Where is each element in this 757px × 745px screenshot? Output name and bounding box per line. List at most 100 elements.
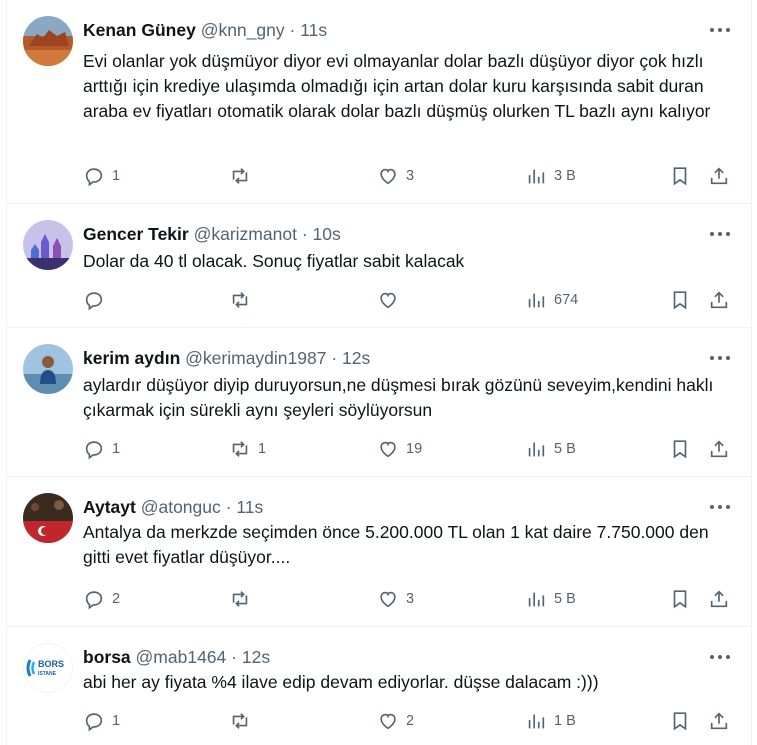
bookmark-icon (673, 291, 687, 310)
views-icon (528, 293, 545, 308)
separator: · (225, 497, 232, 517)
bookmark-button[interactable] (669, 586, 691, 612)
author-handle[interactable]: @kerimaydin1987 (185, 348, 326, 368)
timeline-feed: Kenan Güney @knn_gny · 11s Evi olanlar y… (6, 0, 752, 745)
views-icon (528, 442, 545, 457)
author-handle[interactable]: @knn_gny (201, 20, 285, 40)
like-button[interactable]: 3 (377, 586, 414, 612)
author-handle[interactable]: @mab1464 (136, 647, 227, 667)
separator: · (289, 20, 296, 40)
like-count: 3 (406, 168, 415, 184)
timestamp[interactable]: 10s (313, 224, 341, 244)
tweet-actions: 674 (79, 287, 729, 313)
separator: · (331, 348, 338, 368)
more-options-icon[interactable] (709, 22, 731, 32)
share-button[interactable] (708, 586, 730, 612)
share-icon (710, 167, 728, 185)
repost-icon (232, 713, 248, 729)
tweet-actions: 1 2 1 B (79, 708, 729, 734)
reply-icon (85, 441, 103, 460)
views-button[interactable]: 1 B (525, 708, 576, 734)
reply-icon (85, 168, 103, 187)
reply-button[interactable]: 2 (83, 586, 120, 612)
avatar[interactable]: BORS ISTANE (23, 643, 73, 693)
repost-icon (232, 168, 248, 184)
more-options-icon[interactable] (709, 226, 731, 236)
reply-button[interactable]: 1 (83, 163, 120, 189)
like-button[interactable] (377, 287, 406, 313)
author-name[interactable]: Kenan Güney (83, 20, 196, 40)
repost-button[interactable]: 1 (229, 436, 266, 462)
timestamp[interactable]: 12s (242, 647, 270, 667)
avatar[interactable] (23, 344, 73, 394)
like-count: 19 (406, 441, 423, 457)
reply-count: 1 (112, 713, 121, 729)
timestamp[interactable]: 11s (236, 497, 263, 517)
repost-button[interactable] (229, 163, 258, 189)
repost-button[interactable] (229, 586, 258, 612)
share-button[interactable] (708, 708, 730, 734)
tweet-text: aylardır düşüyor diyip duruyorsun,ne düş… (83, 375, 714, 420)
avatar[interactable] (23, 220, 73, 270)
share-button[interactable] (708, 287, 730, 313)
bookmark-icon (673, 167, 687, 186)
bookmark-button[interactable] (669, 163, 691, 189)
heart-icon (380, 441, 396, 458)
tweet-text: abi her ay fiyata %4 ilave edip devam ed… (83, 672, 599, 692)
tweet-text: Evi olanlar yok düşmüyor diyor evi olmay… (83, 51, 711, 121)
repost-count: 1 (258, 441, 267, 457)
like-button[interactable]: 19 (377, 436, 422, 462)
reply-button[interactable] (83, 287, 112, 313)
more-options-icon[interactable] (709, 649, 731, 659)
bookmark-icon (673, 712, 687, 731)
views-button[interactable]: 674 (525, 287, 578, 313)
tweet[interactable]: Aytayt @atonguc · 11s Antalya da merkzde… (7, 477, 751, 627)
author-name[interactable]: kerim aydın (83, 348, 180, 368)
tweet-actions: 1 3 3 B (79, 163, 729, 189)
author-name[interactable]: Gencer Tekir (83, 224, 189, 244)
reply-button[interactable]: 1 (83, 708, 120, 734)
like-button[interactable]: 3 (377, 163, 414, 189)
share-icon (710, 440, 728, 458)
tweet[interactable]: BORS ISTANE borsa @mab1464 · 12s abi her… (7, 627, 751, 745)
avatar[interactable] (23, 16, 73, 66)
tweet[interactable]: Gencer Tekir @karizmanot · 10s Dolar da … (7, 204, 751, 328)
share-button[interactable] (708, 163, 730, 189)
reply-button[interactable]: 1 (83, 436, 120, 462)
separator: · (301, 224, 308, 244)
timestamp[interactable]: 11s (300, 20, 327, 40)
bookmark-button[interactable] (669, 436, 691, 462)
author-name[interactable]: borsa (83, 647, 131, 667)
reply-count: 2 (112, 591, 121, 607)
like-button[interactable]: 2 (377, 708, 414, 734)
reply-icon (85, 591, 103, 610)
author-handle[interactable]: @karizmanot (194, 224, 297, 244)
reply-count: 1 (112, 168, 121, 184)
views-button[interactable]: 5 B (525, 586, 576, 612)
view-count: 5 B (554, 441, 576, 457)
view-count: 1 B (554, 713, 576, 729)
tweet[interactable]: Kenan Güney @knn_gny · 11s Evi olanlar y… (7, 0, 751, 204)
views-button[interactable]: 5 B (525, 436, 576, 462)
share-icon (710, 712, 728, 730)
author-handle[interactable]: @atonguc (141, 497, 221, 517)
author-name[interactable]: Aytayt (83, 497, 136, 517)
views-button[interactable]: 3 B (525, 163, 576, 189)
heart-icon (380, 292, 396, 309)
bookmark-button[interactable] (669, 708, 691, 734)
bookmark-icon (673, 590, 687, 609)
more-options-icon[interactable] (709, 350, 731, 360)
repost-button[interactable] (229, 287, 258, 313)
bookmark-icon (673, 440, 687, 459)
avatar[interactable] (23, 493, 73, 543)
tweet-text: Dolar da 40 tl olacak. Sonuç fiyatlar sa… (83, 251, 465, 271)
repost-button[interactable] (229, 708, 258, 734)
timestamp[interactable]: 12s (342, 348, 370, 368)
more-options-icon[interactable] (709, 499, 731, 509)
reply-icon (85, 713, 103, 732)
tweet[interactable]: kerim aydın @kerimaydin1987 · 12s aylard… (7, 328, 751, 477)
share-button[interactable] (708, 436, 730, 462)
tweet-text: Antalya da merkzde seçimden önce 5.200.0… (83, 522, 709, 567)
bookmark-button[interactable] (669, 287, 691, 313)
heart-icon (380, 713, 396, 730)
